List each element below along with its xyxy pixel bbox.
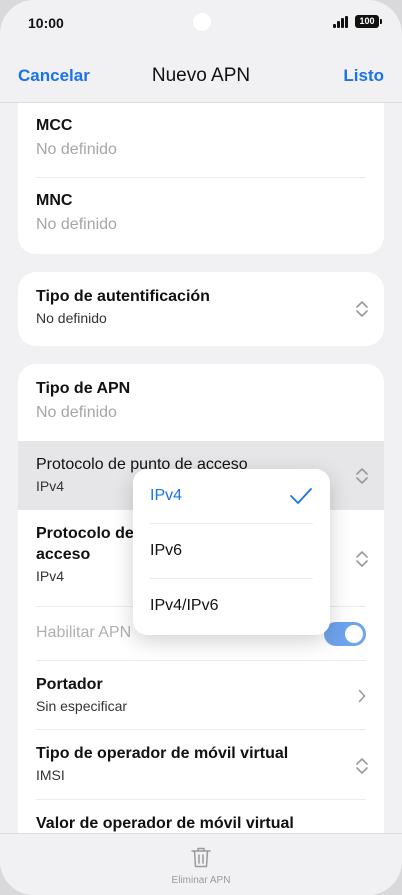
field-mvno-value[interactable]: Valor de operador de móvil virtual bbox=[18, 800, 384, 833]
chevron-right-icon bbox=[358, 689, 366, 703]
chevron-up-down-icon bbox=[356, 551, 368, 567]
field-label: Tipo de operador de móvil virtual bbox=[36, 745, 289, 762]
nav-bar: Nuevo APN Cancelar Listo bbox=[0, 56, 402, 96]
field-apn-type[interactable]: Tipo de APN No definido bbox=[18, 364, 384, 441]
chevron-up-down-icon bbox=[356, 301, 368, 317]
camera-cutout bbox=[193, 13, 211, 31]
option-label: IPv6 bbox=[150, 542, 183, 559]
option-label: IPv4/IPv6 bbox=[150, 597, 219, 614]
field-mcc[interactable]: MCC No definido bbox=[18, 103, 384, 178]
field-mvno-type[interactable]: Tipo de operador de móvil virtual IMSI bbox=[18, 730, 384, 800]
field-placeholder: No definido bbox=[36, 216, 117, 233]
battery-icon: 100 bbox=[355, 15, 382, 28]
field-value: No definido bbox=[36, 310, 107, 326]
dropdown-option-ipv6[interactable]: IPv6 bbox=[150, 524, 313, 579]
dropdown-option-ipv4[interactable]: IPv4 bbox=[150, 469, 313, 524]
card-auth: Tipo de autentificación No definido bbox=[18, 272, 384, 346]
option-label: IPv4 bbox=[150, 487, 183, 504]
field-label: MNC bbox=[36, 192, 73, 209]
checkmark-icon bbox=[290, 488, 312, 504]
field-value: IMSI bbox=[36, 767, 65, 783]
delete-apn-button[interactable]: Eliminar APN bbox=[150, 834, 252, 894]
field-label: Portador bbox=[36, 676, 103, 693]
dropdown-option-ipv4-ipv6[interactable]: IPv4/IPv6 bbox=[150, 579, 313, 634]
field-auth-type[interactable]: Tipo de autentificación No definido bbox=[18, 272, 384, 346]
field-mnc[interactable]: MNC No definido bbox=[18, 178, 384, 254]
field-label: Tipo de autentificación bbox=[36, 288, 210, 305]
field-value: Sin especificar bbox=[36, 698, 128, 714]
chevron-up-down-icon bbox=[356, 758, 368, 774]
field-label: MCC bbox=[36, 117, 73, 134]
bottom-action-bar: Eliminar APN bbox=[0, 833, 402, 895]
status-time: 10:00 bbox=[28, 15, 64, 31]
signal-icon bbox=[333, 16, 349, 28]
field-label: Valor de operador de móvil virtual bbox=[36, 815, 294, 832]
status-bar: 10:00 100 bbox=[0, 0, 402, 46]
cancel-button[interactable]: Cancelar bbox=[18, 66, 90, 86]
protocol-dropdown: IPv4 IPv6 IPv4/IPv6 bbox=[133, 469, 330, 635]
phone-screen: 10:00 100 Nuevo APN Cancelar Listo MCC N… bbox=[0, 0, 402, 895]
field-bearer[interactable]: Portador Sin especificar bbox=[18, 661, 384, 730]
settings-scroll[interactable]: MCC No definido MNC No definido Tipo de … bbox=[0, 103, 402, 833]
field-label: Tipo de APN bbox=[36, 380, 131, 397]
delete-apn-label: Eliminar APN bbox=[171, 875, 231, 886]
field-placeholder: No definido bbox=[36, 141, 117, 158]
enable-apn-toggle[interactable] bbox=[324, 622, 366, 646]
trash-icon bbox=[191, 847, 211, 868]
field-placeholder: No definido bbox=[36, 404, 117, 421]
chevron-up-down-icon bbox=[356, 468, 368, 484]
card-mcc-mnc: MCC No definido MNC No definido bbox=[18, 103, 384, 254]
done-button[interactable]: Listo bbox=[343, 66, 384, 86]
